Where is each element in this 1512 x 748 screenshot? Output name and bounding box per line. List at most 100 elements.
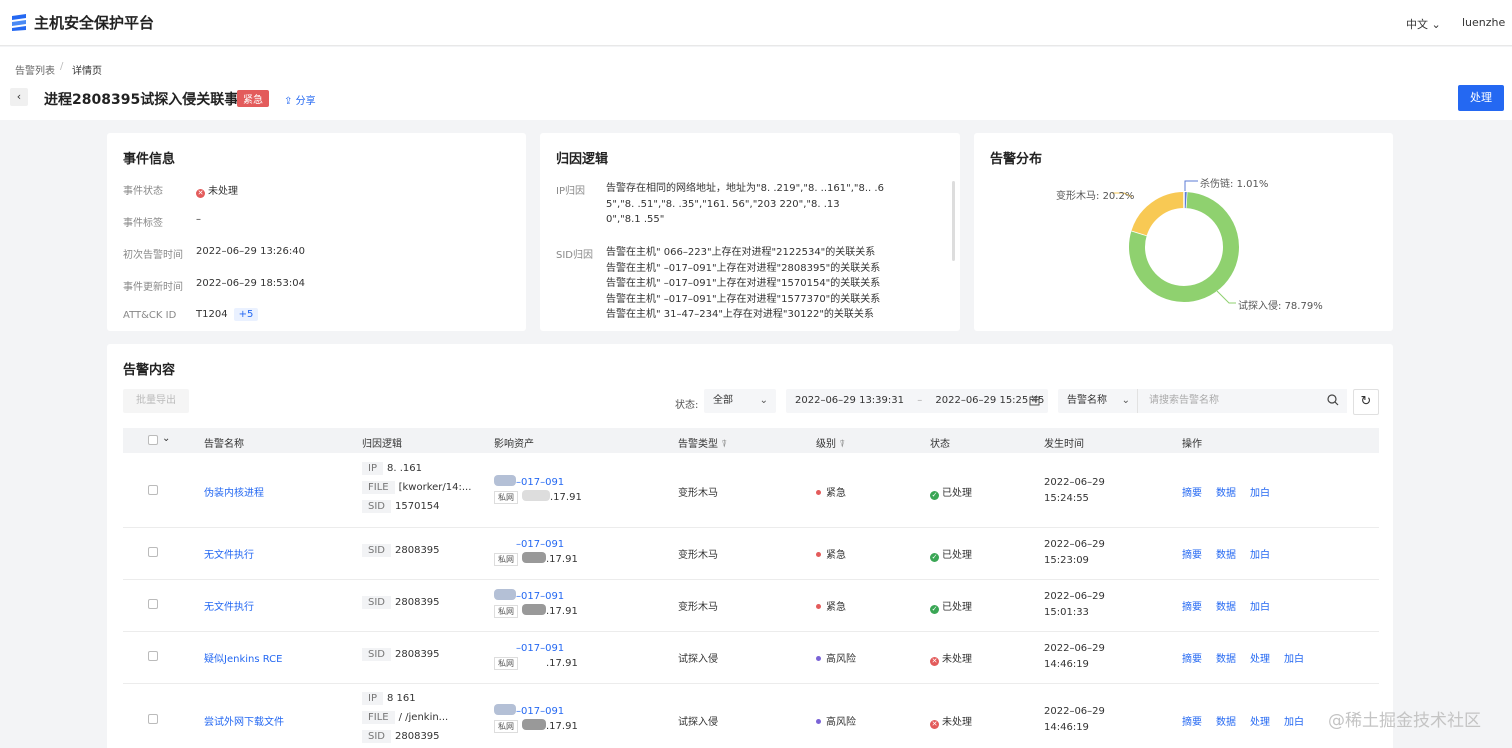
attribution-scrollbar[interactable] <box>952 181 955 261</box>
whitelist-link[interactable]: 加白 <box>1284 654 1304 665</box>
summary-link[interactable]: 摘要 <box>1182 654 1202 665</box>
data-link[interactable]: 数据 <box>1216 717 1236 728</box>
process-button[interactable]: 处理 <box>1458 85 1504 111</box>
summary-link[interactable]: 摘要 <box>1182 717 1202 728</box>
language-switch[interactable]: 中文 ⌄ <box>1406 16 1441 32</box>
process-link[interactable]: 处理 <box>1250 654 1270 665</box>
check-icon: ✓ <box>930 491 939 500</box>
select-all-checkbox[interactable] <box>148 435 158 445</box>
slice-label-trojan: 变形木马: 20.2% <box>1056 191 1135 202</box>
process-link[interactable]: 处理 <box>1250 717 1270 728</box>
asset-name-link[interactable]: –017–091 <box>494 537 578 550</box>
row-checkbox[interactable] <box>148 599 158 609</box>
ip-attribution-label: IP归因 <box>556 186 585 197</box>
logic-value: 2808395 <box>395 649 440 660</box>
whitelist-link[interactable]: 加白 <box>1250 550 1270 561</box>
slice-label-intrusion: 试探入侵: 78.79% <box>1238 301 1323 312</box>
error-icon: ✕ <box>196 189 205 198</box>
data-link[interactable]: 数据 <box>1216 654 1236 665</box>
donut-leader-lines <box>1112 180 1236 304</box>
logic-tag: IP <box>362 462 383 475</box>
event-info-title: 事件信息 <box>123 152 176 167</box>
alert-name-link[interactable]: 尝试外网下载文件 <box>204 713 284 728</box>
alert-name-link[interactable]: 疑似Jenkins RCE <box>204 650 283 665</box>
alert-name-link[interactable]: 伪装内核进程 <box>204 484 264 499</box>
attribution-card: 归因逻辑 IP归因 告警存在相同的网络地址，地址为"8. .219","8. .… <box>540 133 960 331</box>
chevron-down-icon: ⌄ <box>1121 395 1130 406</box>
status-cell: ✕ 未处理 <box>930 650 972 666</box>
whitelist-link[interactable]: 加白 <box>1250 488 1270 499</box>
search-icon[interactable] <box>1327 394 1339 406</box>
logic-value: / /jenkin... <box>398 712 449 723</box>
level-dot <box>816 719 821 724</box>
slice-label-killchain: 杀伤链: 1.01% <box>1200 179 1269 190</box>
data-link[interactable]: 数据 <box>1216 602 1236 613</box>
event-status-value: ✕ 未处理 <box>196 182 238 198</box>
summary-link[interactable]: 摘要 <box>1182 602 1202 613</box>
alert-type: 试探入侵 <box>678 654 718 665</box>
error-icon: ✕ <box>930 657 939 666</box>
asset-name-link[interactable]: –017–091 <box>494 589 578 602</box>
status-filter-value: 全部 <box>713 395 733 406</box>
check-icon: ✓ <box>930 605 939 614</box>
table-row: 无文件执行 SID 2808395 –017–091 私网 .17.91 变形木马 … <box>123 528 1379 580</box>
logic-item: IP 8 161 <box>362 692 448 711</box>
filter-icon[interactable]: ⍒ <box>721 439 727 450</box>
asset-name-link[interactable]: –017–091 <box>494 704 578 717</box>
sid-line: 告警在主机" 31–47–234"上存在对进程"30122"的关联关系 <box>606 309 874 320</box>
ip-line: 5","8. .51","8. .35","161. 56","203 220"… <box>606 198 840 210</box>
filter-icon[interactable]: ⍒ <box>839 439 845 450</box>
asset-name: –017–091 <box>516 477 565 488</box>
data-link[interactable]: 数据 <box>1216 488 1236 499</box>
share-label: 分享 <box>295 96 316 107</box>
asset-ip: .17.91 <box>546 721 578 732</box>
alert-type: 试探入侵 <box>678 717 718 728</box>
network-tag: 私网 <box>494 720 518 733</box>
back-button[interactable]: ‹ <box>10 88 28 106</box>
attck-id-value: T1204 +5 <box>196 308 259 321</box>
slice-name: 杀伤链 <box>1200 179 1230 190</box>
row-checkbox[interactable] <box>148 651 158 661</box>
update-time-value: 2022–06–29 18:53:04 <box>196 278 305 289</box>
whitelist-link[interactable]: 加白 <box>1284 717 1304 728</box>
alert-date: 2022–06–29 <box>1044 477 1105 488</box>
alert-time: 15:23:09 <box>1044 555 1089 566</box>
alert-name-link[interactable]: 无文件执行 <box>204 546 254 561</box>
whitelist-link[interactable]: 加白 <box>1250 602 1270 613</box>
redacted-mark <box>522 552 546 563</box>
alert-time: 15:01:33 <box>1044 607 1089 618</box>
row-checkbox[interactable] <box>148 714 158 724</box>
redacted-mark <box>494 537 516 548</box>
search-input[interactable]: 请搜索告警名称 <box>1137 389 1347 413</box>
share-button[interactable]: ⇪ 分享 <box>284 92 316 107</box>
logic-tag: SID <box>362 648 391 661</box>
event-info-card: 事件信息 事件状态 ✕ 未处理 事件标签 – 初次告警时间 2022–06–29 … <box>107 133 526 331</box>
first-alert-time-label: 初次告警时间 <box>123 250 183 261</box>
date-range-picker[interactable]: 2022–06–29 13:39:31 – 2022–06–29 15:25:4… <box>786 389 1048 413</box>
attck-more-tag[interactable]: +5 <box>233 308 259 321</box>
row-checkbox[interactable] <box>148 547 158 557</box>
sid-line: 告警在主机" –017–091"上存在对进程"2808395"的关联关系 <box>606 262 881 274</box>
user-name[interactable]: luenzhe <box>1462 16 1505 29</box>
alert-type: 变形木马 <box>678 550 718 561</box>
logic-tag: IP <box>362 692 383 705</box>
network-tag: 私网 <box>494 657 518 670</box>
breadcrumb-parent[interactable]: 告警列表 <box>15 62 55 77</box>
table-row: 尝试外网下载文件 IP 8 161 FILE / /jenkin... SID 280… <box>123 684 1379 748</box>
asset-name-link[interactable]: –017–091 <box>494 641 578 654</box>
level-label: 紧急 <box>826 550 846 561</box>
row-checkbox[interactable] <box>148 485 158 495</box>
asset-name-link[interactable]: –017–091 <box>494 475 582 488</box>
refresh-button[interactable]: ↻ <box>1353 389 1379 415</box>
col-alert-name: 告警名称 <box>204 439 244 450</box>
summary-link[interactable]: 摘要 <box>1182 488 1202 499</box>
alert-name-link[interactable]: 无文件执行 <box>204 598 254 613</box>
logic-value: 8. .161 <box>386 463 422 474</box>
summary-link[interactable]: 摘要 <box>1182 550 1202 561</box>
chevron-down-icon[interactable]: ⌄ <box>162 433 170 444</box>
batch-export-button[interactable]: 批量导出 <box>123 389 189 413</box>
alert-time: 15:24:55 <box>1044 493 1089 504</box>
status-filter-select[interactable]: 全部 ⌄ <box>704 389 776 413</box>
search-field-select[interactable]: 告警名称 ⌄ <box>1058 389 1138 413</box>
data-link[interactable]: 数据 <box>1216 550 1236 561</box>
